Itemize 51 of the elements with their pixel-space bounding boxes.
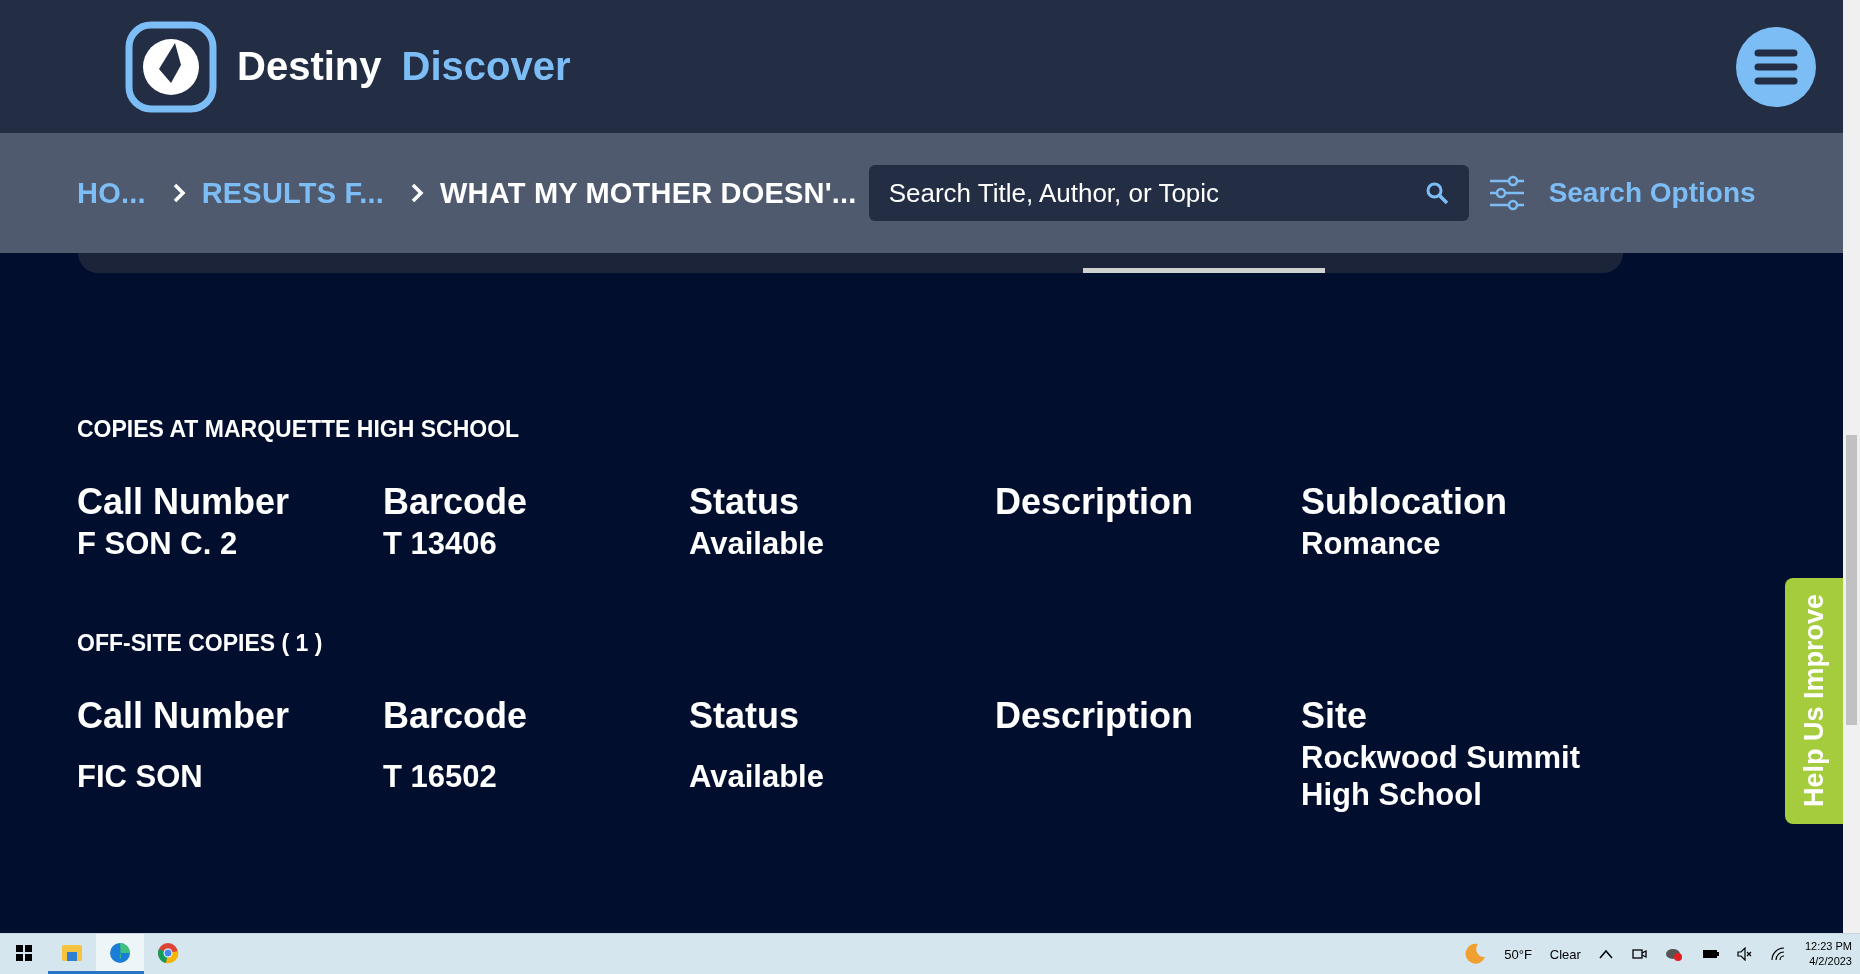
muted-speaker-icon[interactable] — [1736, 947, 1753, 961]
search-options-button[interactable]: Search Options — [1488, 175, 1756, 211]
menu-icon — [1754, 47, 1798, 86]
moon-icon — [1464, 943, 1487, 965]
taskbar-app[interactable] — [96, 934, 144, 974]
clock[interactable]: 12:23 PM 4/2/2023 — [1804, 939, 1852, 969]
column-header: Status — [689, 695, 801, 739]
wifi-icon[interactable] — [1770, 947, 1787, 961]
weather-text: Clear — [1549, 946, 1581, 962]
browser-icon — [109, 941, 131, 964]
table-cell: T 13406 — [383, 525, 497, 563]
column-header: Description — [995, 481, 1195, 524]
table-cell: T 16502 — [383, 757, 497, 795]
table-cell: Available — [689, 525, 824, 563]
scrollbar-thumb[interactable] — [1846, 435, 1857, 725]
scrollbar[interactable] — [1843, 0, 1860, 933]
search-icon[interactable] — [1424, 181, 1449, 205]
table-cell: FIC SON — [77, 757, 203, 795]
brand-name: Destiny — [237, 44, 382, 89]
browser-icon — [157, 941, 179, 964]
chevron-icon — [410, 182, 424, 204]
column-header: Call Number — [77, 695, 291, 739]
table-cell: Available — [689, 757, 824, 795]
breadcrumb-link[interactable]: HO... — [77, 176, 146, 210]
column-header: Sublocation — [1301, 481, 1508, 524]
table-cell: F SON C. 2 — [77, 525, 238, 563]
search-field[interactable]: Search Title, Author, or Topic — [868, 165, 1469, 221]
column-header: Status — [689, 481, 801, 524]
breadcrumb-link[interactable]: RESULTS F... — [201, 176, 384, 210]
breadcrumb-link[interactable]: WHAT MY MOTHER DOESN'... — [440, 176, 857, 210]
folder-icon — [61, 942, 83, 963]
windows-icon — [16, 944, 32, 961]
chevron-up-icon[interactable] — [1598, 949, 1613, 959]
temperature-text: 50°F — [1504, 946, 1532, 962]
logo-icon — [125, 20, 217, 113]
brand-name: Discover — [401, 44, 571, 89]
feedback-tab[interactable]: Help Us Improve — [1785, 578, 1843, 824]
column-header: Barcode — [383, 695, 529, 739]
column-header: Barcode — [383, 481, 529, 524]
sliders-icon — [1488, 175, 1525, 211]
column-header: Site — [1301, 695, 1369, 739]
chevron-icon — [171, 182, 186, 204]
section-heading: OFF-SITE COPIES ( 1 ) — [77, 630, 324, 658]
cloud-error-icon[interactable] — [1664, 946, 1683, 962]
section-heading: COPIES AT MARQUETTE HIGH SCHOOL — [77, 416, 521, 443]
column-header: Call Number — [77, 481, 291, 524]
camera-icon[interactable] — [1630, 946, 1647, 962]
table-cell-text: Rockwood Summit High School — [1301, 739, 1581, 814]
table-cell: Romance — [1301, 525, 1441, 563]
column-header: Description — [995, 695, 1195, 739]
battery-icon[interactable] — [1700, 948, 1719, 960]
